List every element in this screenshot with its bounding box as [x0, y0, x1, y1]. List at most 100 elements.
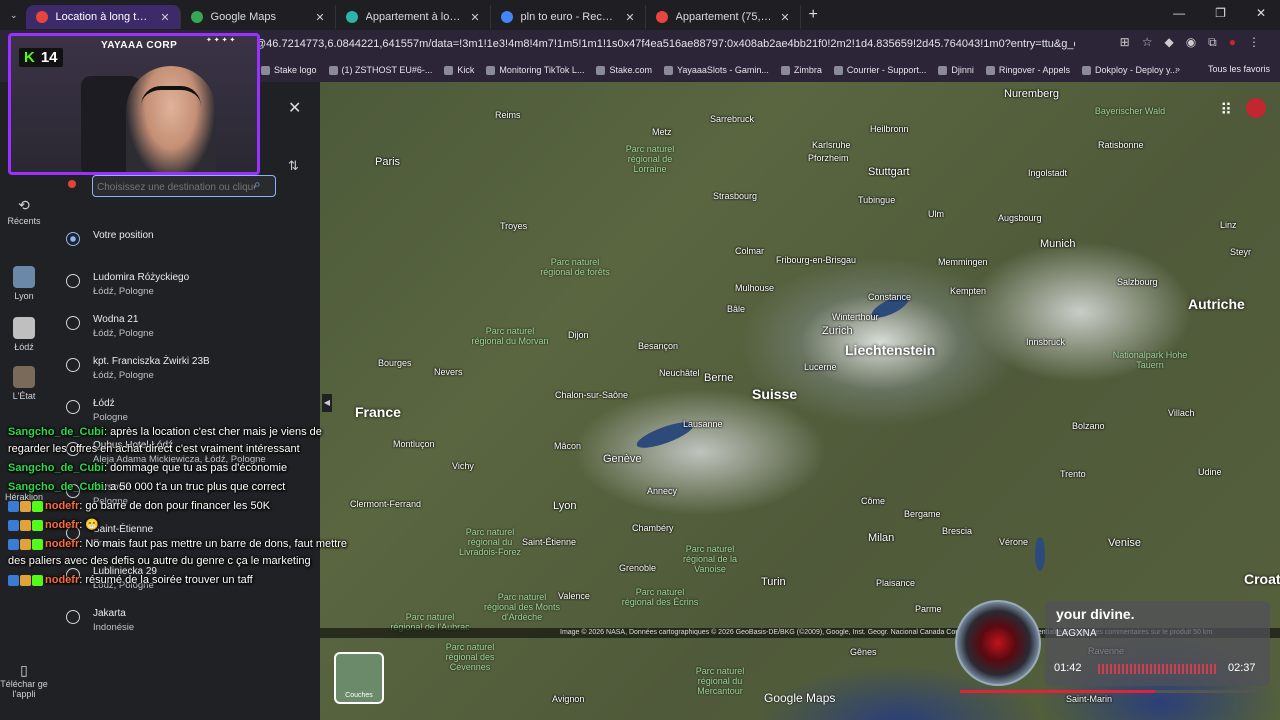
city-label[interactable]: Constance	[868, 292, 911, 302]
city-label[interactable]: Clermont-Ferrand	[350, 499, 421, 509]
extensions-puzzle-icon[interactable]: ⧉	[1208, 35, 1217, 50]
city-label[interactable]: Fribourg-en-Brisgau	[776, 255, 856, 265]
city-label[interactable]: Saint-Marin	[1066, 694, 1112, 704]
close-tab-icon[interactable]: ✕	[780, 11, 789, 24]
browser-tab[interactable]: Appartement (75,0 m²) à louer ✕	[646, 5, 801, 29]
bookmark-item[interactable]: Djinni	[932, 65, 980, 75]
bookmark-item[interactable]: Monitoring TikTok L...	[480, 65, 590, 75]
all-bookmarks-folder[interactable]: Tous les favoris	[1208, 64, 1270, 74]
rail-item-download-app[interactable]: ▯ Téléchar ge l'appli	[0, 662, 48, 699]
city-label[interactable]: Parme	[915, 604, 942, 614]
park-label[interactable]: Parc naturel régional du Livradois-Forez	[450, 527, 530, 557]
city-label[interactable]: Lausanne	[683, 419, 723, 429]
park-label[interactable]: Parc naturel régional des Monts d'Ardèch…	[482, 592, 562, 622]
park-label[interactable]: Parc naturel régional de Lorraine	[610, 144, 690, 174]
menu-dots-icon[interactable]: ⋮	[1248, 35, 1260, 50]
park-label[interactable]: Parc naturel régional du Mercantour	[680, 666, 760, 696]
rail-item-lyon[interactable]: Lyon	[0, 266, 48, 301]
city-label[interactable]: Bergame	[904, 509, 941, 519]
city-label[interactable]: Mâcon	[554, 441, 581, 451]
city-label[interactable]: Karlsruhe	[812, 140, 851, 150]
city-label[interactable]: Neuchâtel	[659, 368, 700, 378]
city-label[interactable]: Metz	[652, 127, 672, 137]
city-label[interactable]: Genève	[603, 453, 642, 465]
city-label[interactable]: Strasbourg	[713, 191, 757, 201]
destination-input[interactable]	[92, 175, 276, 197]
city-label[interactable]: Chalon-sur-Saône	[555, 390, 628, 400]
url-field[interactable]: @46.7214773,6.0844221,641557m/data=!3m1!…	[255, 34, 1075, 54]
city-label[interactable]: Winterthour	[832, 312, 879, 322]
collapse-panel-button[interactable]: ◀	[322, 394, 332, 412]
city-label[interactable]: Memmingen	[938, 257, 988, 267]
city-label[interactable]: Montluçon	[393, 439, 435, 449]
park-label[interactable]: Parc naturel régional de forêts	[535, 257, 615, 277]
extension-icon[interactable]: ◆	[1164, 35, 1173, 50]
bookmark-item[interactable]: (1) ZSTHOST EU#6-...	[323, 65, 439, 75]
city-label[interactable]: Ulm	[928, 209, 944, 219]
close-window-icon[interactable]: ✕	[1256, 6, 1266, 20]
account-avatar[interactable]	[1246, 98, 1266, 118]
bookmark-star-icon[interactable]: ☆	[1142, 35, 1153, 50]
chat-username[interactable]: nodefr	[45, 538, 79, 550]
park-label[interactable]: Bayerischer Wald	[1090, 106, 1170, 116]
country-label[interactable]: France	[355, 404, 401, 420]
rail-item-etat[interactable]: L'État	[0, 366, 48, 401]
city-label[interactable]: Munich	[1040, 238, 1075, 250]
minimize-icon[interactable]: —	[1173, 6, 1185, 20]
chat-username[interactable]: nodefr	[45, 500, 79, 512]
browser-tab[interactable]: pln to euro - Recherche Google ✕	[491, 5, 646, 29]
city-label[interactable]: Lucerne	[804, 362, 837, 372]
profile-avatar-icon[interactable]: ●	[1229, 35, 1236, 50]
city-label[interactable]: Mulhouse	[735, 283, 774, 293]
city-label[interactable]: Trento	[1060, 469, 1086, 479]
close-tab-icon[interactable]: ✕	[470, 11, 479, 24]
city-label[interactable]: Sarrebruck	[710, 114, 754, 124]
park-label[interactable]: Parc naturel régional des Cévennes	[430, 642, 510, 672]
city-label[interactable]: Paris	[375, 156, 400, 168]
maximize-icon[interactable]: ❐	[1215, 6, 1226, 20]
city-label[interactable]: Nuremberg	[1004, 88, 1059, 100]
city-label[interactable]: Berne	[704, 372, 733, 384]
city-label[interactable]: Plaisance	[876, 578, 915, 588]
city-label[interactable]: Vérone	[999, 537, 1028, 547]
city-label[interactable]: Ratisbonne	[1098, 140, 1144, 150]
chat-username[interactable]: Sangcho_de_Cubi	[8, 481, 104, 493]
city-label[interactable]: Augsbourg	[998, 213, 1042, 223]
city-label[interactable]: Saint-Étienne	[522, 537, 576, 547]
city-label[interactable]: Bolzano	[1072, 421, 1105, 431]
park-label[interactable]: Parc naturel régional des Écrins	[620, 587, 700, 607]
close-tab-icon[interactable]: ✕	[315, 11, 324, 24]
close-tab-icon[interactable]: ✕	[625, 11, 634, 24]
city-label[interactable]: Avignon	[552, 694, 584, 704]
country-label[interactable]: Autriche	[1188, 296, 1245, 312]
city-label[interactable]: Grenoble	[619, 563, 656, 573]
country-label[interactable]: Liechtenstein	[845, 342, 935, 358]
city-label[interactable]: Troyes	[500, 221, 527, 231]
city-label[interactable]: Udine	[1198, 467, 1222, 477]
city-label[interactable]: Villach	[1168, 408, 1194, 418]
city-label[interactable]: Brescia	[942, 526, 972, 536]
city-label[interactable]: Vichy	[452, 461, 474, 471]
city-label[interactable]: Linz	[1220, 220, 1237, 230]
bookmark-item[interactable]: Stake.com	[590, 65, 658, 75]
bookmark-item[interactable]: Zimbra	[775, 65, 828, 75]
city-label[interactable]: Nevers	[434, 367, 463, 377]
park-label[interactable]: Parc naturel régional du Morvan	[470, 326, 550, 346]
chat-username[interactable]: Sangcho_de_Cubi	[8, 426, 104, 438]
city-label[interactable]: Salzbourg	[1117, 277, 1158, 287]
city-label[interactable]: Gênes	[850, 647, 877, 657]
bookmarks-overflow-icon[interactable]: »	[1175, 64, 1180, 74]
city-label[interactable]: Bourges	[378, 358, 412, 368]
city-label[interactable]: Venise	[1108, 537, 1141, 549]
city-label[interactable]: Ingolstadt	[1028, 168, 1067, 178]
bookmark-item[interactable]: Dokploy - Deploy y...	[1076, 65, 1183, 75]
bookmark-item[interactable]: Courrier - Support...	[828, 65, 933, 75]
bookmark-item[interactable]: YayaaaSlots - Gamin...	[658, 65, 775, 75]
city-label[interactable]: Valence	[558, 591, 590, 601]
layers-button[interactable]: Couches	[334, 652, 384, 704]
city-label[interactable]: Pforzheim	[808, 153, 849, 163]
park-label[interactable]: Parc naturel régional de la Vanoise	[670, 544, 750, 574]
country-label[interactable]: Croat	[1244, 571, 1280, 587]
close-icon[interactable]: ✕	[288, 98, 301, 118]
tab-list-chevron-icon[interactable]: ⌄	[0, 10, 26, 21]
